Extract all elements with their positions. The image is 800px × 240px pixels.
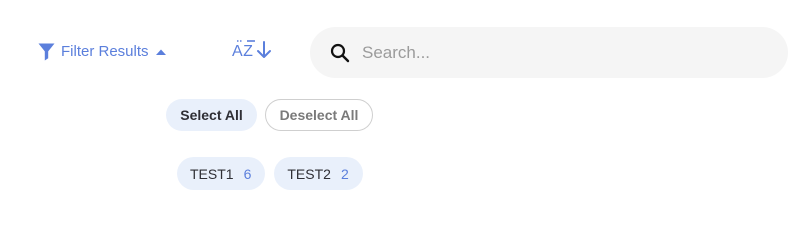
filter-chip-test2[interactable]: TEST2 2 [274,157,363,190]
deselect-all-button[interactable]: Deselect All [265,99,373,131]
search-input[interactable] [362,37,762,68]
filter-chip-label: TEST2 [287,165,331,182]
search-bar [310,27,788,78]
sort-az-label: AZ [232,40,255,63]
arrow-down-icon [256,40,272,65]
filter-chip-count: 6 [243,165,252,182]
select-all-button[interactable]: Select All [166,99,257,131]
filter-results-label: Filter Results [61,43,149,60]
filter-chip-label: TEST1 [190,165,234,182]
filter-chip-list: TEST1 6 TEST2 2 [177,157,363,190]
filter-chip-count: 2 [340,165,349,182]
caret-up-icon [155,48,167,56]
funnel-icon [38,43,55,61]
sort-az-button[interactable]: AZ [232,40,272,64]
search-icon [330,43,350,63]
filter-chip-test1[interactable]: TEST1 6 [177,157,266,190]
filter-results-toggle[interactable]: Filter Results [38,41,167,63]
filter-panel: Filter Results AZ Search... Select All D… [0,0,800,205]
